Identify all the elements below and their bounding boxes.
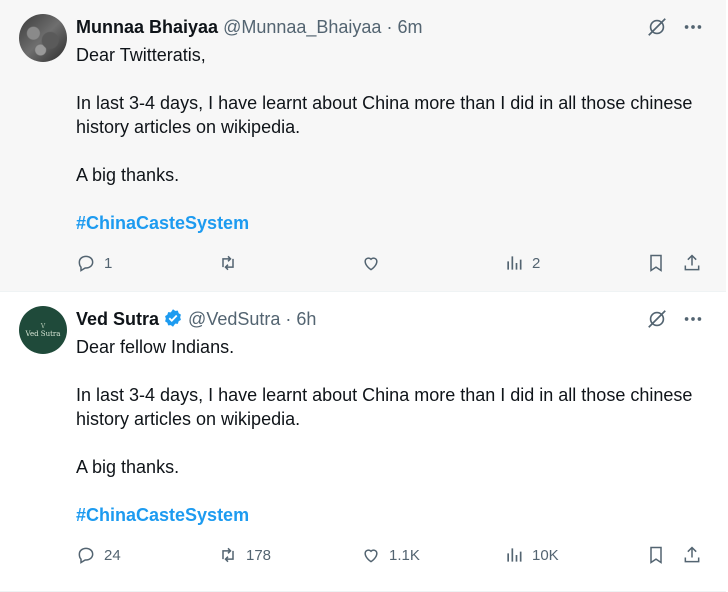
more-icon[interactable]	[682, 16, 704, 38]
like-button[interactable]	[361, 253, 389, 273]
views-icon	[507, 256, 522, 270]
tweet-paragraph: Dear fellow Indians.	[76, 337, 235, 357]
like-icon	[364, 257, 378, 271]
tweet-paragraph: In last 3-4 days, I have learnt about Ch…	[76, 385, 693, 429]
avatar[interactable]: V Ved Sutra	[19, 306, 67, 354]
timestamp[interactable]: 6m	[397, 17, 422, 37]
views-button[interactable]: 2	[504, 253, 540, 273]
bookmark-icon	[650, 254, 662, 272]
reply-count: 24	[104, 546, 121, 564]
bookmark-icon	[650, 546, 662, 564]
reply-count: 1	[104, 254, 113, 272]
tweet-paragraph: Dear Twitteratis,	[76, 45, 206, 65]
tweet-paragraph: A big thanks.	[76, 165, 180, 185]
hashtag-link[interactable]: #ChinaCasteSystem	[76, 213, 249, 233]
bookmark-button[interactable]	[646, 253, 666, 273]
action-bar: 24 178 1.1K 10K	[76, 545, 712, 571]
grok-icon[interactable]	[646, 308, 668, 330]
reply-icon	[78, 547, 94, 564]
views-icon	[507, 548, 522, 562]
hashtag-link[interactable]: #ChinaCasteSystem	[76, 505, 249, 525]
retweet-count: 178	[246, 546, 272, 564]
timestamp[interactable]: 6h	[296, 309, 316, 329]
like-icon	[364, 549, 378, 563]
retweet-button[interactable]: 178	[218, 545, 271, 565]
more-icon[interactable]	[682, 308, 704, 330]
reply-button[interactable]: 1	[76, 253, 112, 273]
tweet-header: Ved Sutra @VedSutra · 6h	[76, 308, 316, 333]
author-handle[interactable]: @VedSutra	[188, 309, 280, 329]
tweet-2[interactable]: V Ved Sutra Ved Sutra @VedSutra · 6h Dea…	[0, 292, 726, 592]
bookmark-button[interactable]	[646, 545, 666, 565]
tweet-paragraph: A big thanks.	[76, 457, 180, 477]
verified-badge-icon	[163, 308, 183, 333]
tweet-paragraph: In last 3-4 days, I have learnt about Ch…	[76, 93, 693, 137]
views-count: 2	[532, 254, 541, 272]
time-separator: ·	[381, 17, 398, 37]
like-button[interactable]: 1.1K	[361, 545, 420, 565]
author-name[interactable]: Munnaa Bhaiyaa	[76, 17, 218, 37]
avatar-mark: V	[40, 322, 46, 330]
author-handle[interactable]: @Munnaa_Bhaiyaa	[223, 17, 381, 37]
share-button[interactable]	[682, 545, 702, 565]
tweet-text: Dear Twitteratis, In last 3-4 days, I ha…	[76, 43, 706, 235]
reply-button[interactable]: 24	[76, 545, 121, 565]
share-icon	[684, 254, 700, 271]
avatar-text: Ved Sutra	[25, 329, 61, 338]
tweet-header: Munnaa Bhaiyaa @Munnaa_Bhaiyaa · 6m	[76, 16, 422, 38]
retweet-button[interactable]	[218, 253, 246, 273]
tweet-text: Dear fellow Indians. In last 3-4 days, I…	[76, 335, 706, 527]
grok-icon[interactable]	[646, 16, 668, 38]
views-count: 10K	[532, 546, 559, 564]
like-count: 1.1K	[389, 546, 420, 564]
tweet-1[interactable]: Munnaa Bhaiyaa @Munnaa_Bhaiyaa · 6m Dear…	[0, 0, 726, 292]
views-button[interactable]: 10K	[504, 545, 559, 565]
share-button[interactable]	[682, 253, 702, 273]
retweet-icon	[222, 547, 234, 563]
avatar[interactable]	[19, 14, 67, 62]
share-icon	[684, 546, 700, 563]
reply-icon	[78, 255, 94, 272]
retweet-icon	[222, 255, 234, 271]
action-bar: 1 2	[76, 253, 712, 279]
author-name[interactable]: Ved Sutra	[76, 309, 159, 329]
time-separator: ·	[280, 309, 297, 329]
